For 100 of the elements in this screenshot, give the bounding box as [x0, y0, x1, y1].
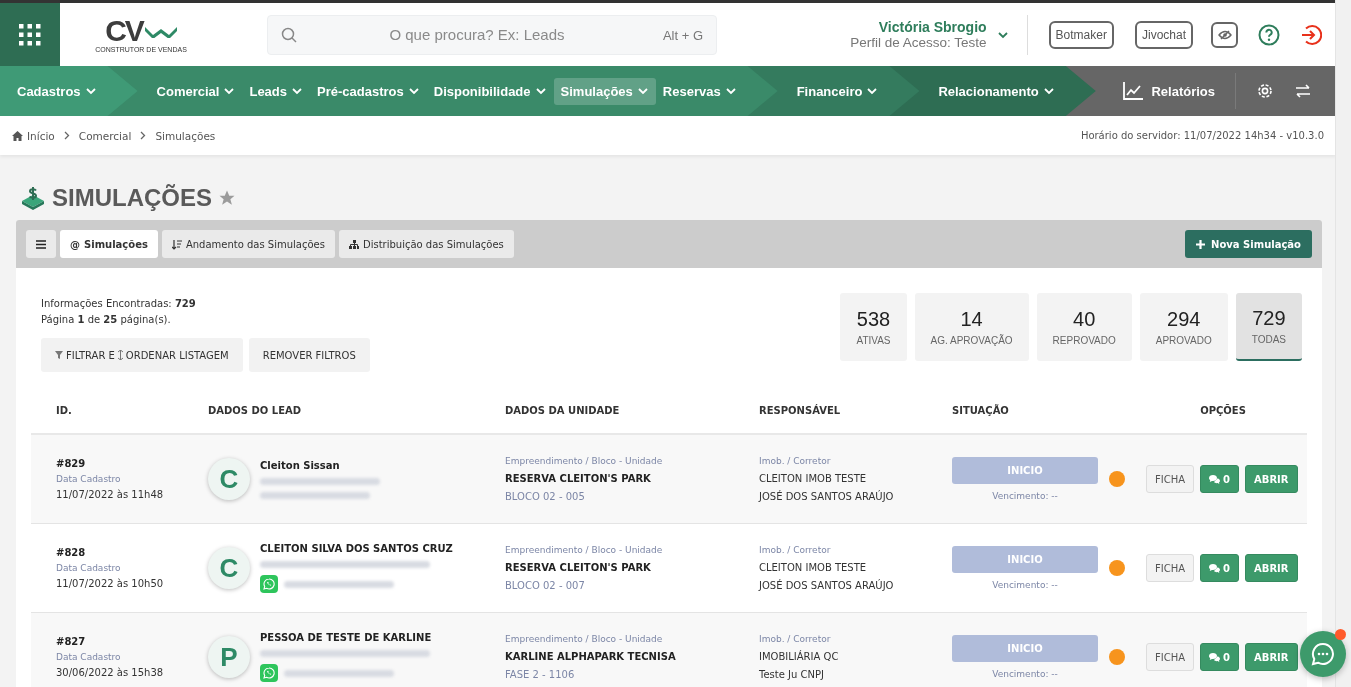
chevron-right-icon [140, 131, 147, 140]
chevron-down-icon [407, 85, 420, 97]
lead-name[interactable]: PESSOA DE TESTE DE KARLINE [260, 632, 432, 643]
stat-card[interactable]: 14 AG. APROVAÇÃO [914, 293, 1029, 361]
breadcrumb-link[interactable]: Comercial [78, 129, 132, 142]
comments-button[interactable]: 0 [1200, 643, 1239, 671]
chat-icon [1209, 652, 1221, 662]
chevron-down-icon [84, 85, 97, 97]
field-label: Data Cadastro [56, 474, 122, 484]
results-count: Informações Encontradas: 729 [41, 297, 197, 311]
shortcut-hint: Alt + G [662, 27, 703, 43]
help-icon[interactable] [1258, 23, 1280, 46]
chevron-down-icon [636, 85, 649, 97]
sort-icon [171, 238, 182, 250]
sheet-button[interactable]: FICHA [1146, 465, 1195, 493]
sort-arrows-icon [117, 350, 123, 360]
chat-icon [1209, 474, 1221, 484]
field-label: Empreendimento / Bloco - Unidade [505, 456, 664, 466]
eye-slash-icon [1217, 29, 1232, 40]
line-chart-icon [1123, 82, 1144, 100]
unit-name: BLOCO 02 - 007 [505, 580, 586, 591]
status-badge: INICIO [952, 457, 1098, 484]
remove-filters-button[interactable]: REMOVER FILTROS [248, 338, 370, 372]
plus-icon [1196, 239, 1206, 249]
open-button[interactable]: ABRIR [1245, 643, 1298, 671]
chevron-right-icon [63, 131, 70, 140]
comments-button[interactable]: 0 [1200, 465, 1239, 493]
project-name: KARLINE ALPHAPARK TECNISA [505, 651, 677, 662]
apps-menu-button[interactable] [0, 3, 60, 66]
nav-item[interactable]: Financeiro [789, 77, 886, 105]
breadcrumb-link[interactable]: Início [27, 129, 55, 142]
user-profile: Perfil de Acesso: Teste [850, 35, 987, 50]
status-badge: INICIO [952, 635, 1098, 662]
nav-item[interactable]: Leads [242, 77, 311, 105]
nav-item[interactable]: Cadastros [10, 77, 104, 105]
field-label: Imob. / Corretor [759, 456, 832, 466]
chevron-down-icon [291, 85, 304, 97]
lead-avatar: C [208, 458, 250, 500]
logout-icon[interactable] [1300, 23, 1322, 46]
broker-name: JOSÉ DOS SANTOS ARAÚJO [759, 491, 895, 502]
settings-icon[interactable] [1256, 82, 1274, 100]
stat-card[interactable]: 294 APROVADO [1139, 293, 1228, 361]
created-date: 11/07/2022 às 11h48 [56, 489, 165, 500]
chevron-down-icon [724, 85, 737, 97]
due-date: Vencimento: -- [992, 669, 1058, 679]
menu-button[interactable] [26, 230, 56, 258]
nav-item[interactable]: Relacionamento [931, 77, 1062, 105]
comments-button[interactable]: 0 [1200, 554, 1239, 582]
nav-item[interactable]: Reservas [655, 77, 744, 105]
simulation-id: #827 [56, 636, 87, 647]
stat-card[interactable]: 538 ATIVAS [840, 293, 907, 361]
lead-name[interactable]: CLEITON SILVA DOS SANTOS CRUZ [260, 543, 453, 554]
field-label: Data Cadastro [56, 563, 122, 573]
simulation-id: #828 [56, 547, 87, 558]
column-header: DADOS DO LEAD [208, 404, 303, 416]
stat-card[interactable]: 40 REPROVADO [1036, 293, 1132, 361]
server-time: Horário do servidor: 11/07/2022 14h34 - v10.3.0 [1080, 130, 1324, 141]
unit-name: FASE 2 - 1106 [505, 669, 576, 680]
column-header: OPÇÕES [1199, 404, 1247, 416]
project-name: RESERVA CLEITON'S PARK [505, 562, 652, 573]
breadcrumb-link[interactable]: Simulações [155, 129, 216, 142]
open-button[interactable]: ABRIR [1245, 554, 1298, 582]
logo-wave-icon [144, 24, 177, 38]
logo-text: CV [105, 16, 143, 46]
status-badge: INICIO [952, 546, 1098, 573]
swap-icon[interactable] [1294, 84, 1312, 98]
stat-card[interactable]: 729 TODAS [1235, 293, 1302, 361]
tab[interactable]: @ Simulações [60, 230, 158, 258]
lead-avatar: P [208, 636, 250, 678]
menu-icon [36, 239, 46, 249]
sheet-button[interactable]: FICHA [1146, 643, 1195, 671]
created-date: 30/06/2022 às 15h38 [56, 667, 165, 678]
filter-sort-button[interactable]: FILTRAR E ORDENAR LISTAGEM [41, 338, 243, 372]
field-label: Imob. / Corretor [759, 545, 832, 555]
chevron-down-icon [223, 85, 236, 97]
search-icon [281, 26, 297, 43]
chevron-down-icon [866, 85, 879, 97]
due-date: Vencimento: -- [992, 491, 1058, 501]
reports-link[interactable]: Relatórios [1123, 73, 1236, 109]
tab[interactable]: Andamento das Simulações [161, 230, 335, 258]
visibility-button[interactable] [1211, 21, 1238, 48]
field-label: Empreendimento / Bloco - Unidade [505, 545, 664, 555]
agency-name: IMOBILIÁRIA QC [759, 651, 840, 662]
page-info: Página 1 de 25 página(s). [41, 313, 172, 327]
chevron-down-icon [534, 85, 547, 97]
sheet-button[interactable]: FICHA [1146, 554, 1195, 582]
new-simulation-button[interactable]: Nova Simulação [1185, 230, 1312, 258]
nav-item[interactable]: Comercial [149, 77, 243, 105]
notification-dot [1335, 629, 1346, 640]
field-label: Data Cadastro [56, 652, 122, 662]
nav-item[interactable]: Pré-cadastros [310, 77, 427, 105]
agency-name: CLEITON IMOB TESTE [759, 473, 868, 484]
column-header: DADOS DA UNIDADE [505, 404, 621, 416]
chat-icon [1209, 563, 1221, 573]
tab[interactable]: Distribuição das Simulações [338, 230, 514, 258]
header-button[interactable]: Jivochat [1134, 20, 1193, 49]
header-button[interactable]: Botmaker [1048, 20, 1114, 49]
open-button[interactable]: ABRIR [1245, 465, 1298, 493]
nav-item[interactable]: Disponibilidade [426, 77, 554, 105]
lead-name[interactable]: Cleiton Sissan [260, 459, 380, 471]
